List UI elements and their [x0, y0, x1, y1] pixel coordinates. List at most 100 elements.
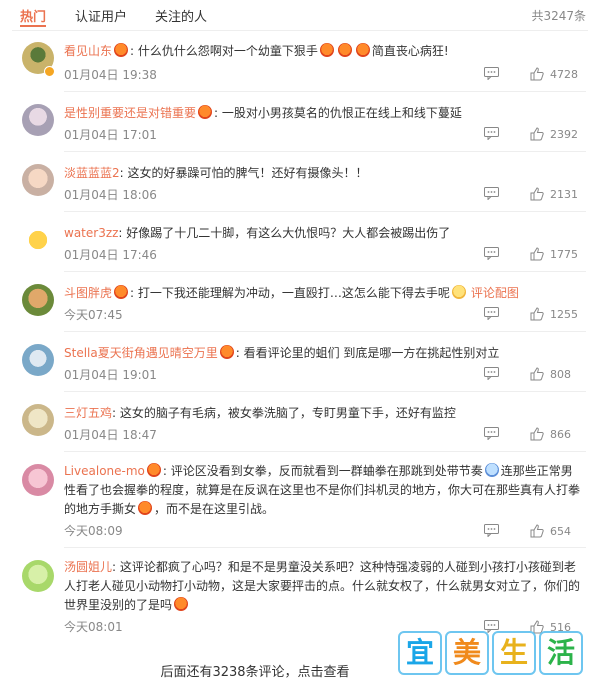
reply-icon[interactable]: [484, 247, 499, 260]
comment-content: 这评论都疯了心吗？和是不是男童没关系吧？这种恃强凌弱的人碰到小孩打小孩碰到老人打…: [64, 560, 581, 612]
like-count: 866: [550, 428, 571, 441]
comment-divider: [64, 547, 586, 548]
avatar[interactable]: [22, 560, 54, 592]
like-count: 808: [550, 368, 571, 381]
comment-content: 好像踢了十几二十脚，有这么大仇恨吗？大人都会被踢出伤了: [126, 226, 451, 240]
comment-time: 01月04日 18:47: [64, 428, 157, 442]
watermark-char: 宜: [398, 631, 442, 675]
reply-icon[interactable]: [484, 524, 499, 537]
angry-emoji-icon: [355, 43, 370, 57]
avatar[interactable]: [22, 164, 54, 196]
comment-content: 评论区没看到女拳，反而就看到一群蛐拳在那跳到处带节奏: [170, 464, 483, 478]
tab-following[interactable]: 关注的人: [155, 6, 207, 25]
tabs-divider: [12, 30, 588, 31]
comment-time: 01月04日 18:06: [64, 188, 157, 202]
like-count: 1775: [550, 248, 578, 261]
user-emoji-icon: [114, 43, 129, 57]
comment-content: 这女的好暴躁可怕的脾气！还好有摄像头！！: [127, 166, 368, 180]
comment-divider: [64, 91, 586, 92]
like-count: 2392: [550, 128, 578, 141]
like-icon[interactable]: [530, 67, 544, 81]
comment-text: 看见山东: 什么仇什么怨啊对一个幼童下狠手 简直丧心病狂!: [64, 43, 449, 58]
user-emoji-icon: [219, 345, 234, 359]
reply-icon[interactable]: [484, 187, 499, 200]
comment-tabs: 热门 认证用户 关注的人 共3247条: [0, 0, 600, 31]
like-count: 2131: [550, 188, 578, 201]
comment-username[interactable]: water3zz: [64, 226, 118, 240]
avatar[interactable]: [22, 284, 54, 316]
like-icon[interactable]: [530, 427, 544, 441]
comment-divider: [64, 391, 586, 392]
angry-emoji-icon: [337, 43, 352, 57]
comment-username[interactable]: Stella夏天街角遇见晴空万里: [64, 346, 218, 360]
like-count: 1255: [550, 308, 578, 321]
reply-icon[interactable]: [484, 427, 499, 440]
watermark-logo: 宜 美 生 活: [398, 631, 584, 677]
active-tab-underline: [20, 25, 46, 27]
tab-hot[interactable]: 热门: [20, 6, 46, 25]
like-count: 654: [550, 525, 571, 538]
comment-text: 斗图胖虎: 打一下我还能理解为冲动，一直殴打…这怎么能下得去手呢 评论配图: [64, 285, 519, 300]
comment-image-link[interactable]: 评论配图: [471, 286, 519, 300]
comment-time: 01月04日 17:01: [64, 128, 157, 142]
reply-icon[interactable]: [484, 67, 499, 80]
comment-text: 是性别重要还是对错重要: 一股对小男孩莫名的仇恨正在线上和线下蔓延: [64, 105, 462, 120]
comment-divider: [64, 331, 586, 332]
comment-divider: [64, 451, 586, 452]
watermark-char: 生: [492, 631, 536, 675]
comment-content: 打一下我还能理解为冲动，一直殴打…这怎么能下得去手呢: [137, 286, 450, 300]
avatar[interactable]: [22, 224, 54, 256]
user-emoji-icon: [114, 285, 129, 299]
comment-content: 看看评论里的蛆们 到底是哪一方在挑起性别对立: [243, 346, 500, 360]
comment-time: 今天08:09: [64, 524, 123, 538]
reply-icon[interactable]: [484, 307, 499, 320]
comment-time: 01月04日 17:46: [64, 248, 157, 262]
avatar[interactable]: [22, 344, 54, 376]
view-more-comments-label: 后面还有3238条评论，点击查看: [160, 665, 350, 680]
comment-time: 01月04日 19:01: [64, 368, 157, 382]
like-icon[interactable]: [530, 367, 544, 381]
comment-content-end: 简直丧心病狂!: [371, 44, 449, 58]
total-comment-count: 共3247条: [531, 9, 586, 23]
user-emoji-icon: [146, 463, 161, 477]
comment-username[interactable]: 汤圆姐儿: [64, 560, 112, 574]
verified-badge-icon: [44, 66, 55, 77]
comment-time: 01月04日 19:38: [64, 68, 157, 82]
like-icon[interactable]: [530, 127, 544, 141]
avatar[interactable]: [22, 404, 54, 436]
comment-username[interactable]: 是性别重要还是对错重要: [64, 106, 196, 120]
like-icon[interactable]: [530, 524, 544, 538]
comment-text: Stella夏天街角遇见晴空万里: 看看评论里的蛆们 到底是哪一方在挑起性别对立: [64, 345, 500, 360]
comment-username[interactable]: 看见山东: [64, 44, 112, 58]
comment-time: 今天08:01: [64, 620, 123, 634]
comment-username[interactable]: 三灯五鸡: [64, 406, 112, 420]
comment-content: 这女的脑子有毛病，被女拳洗脑了，专盯男童下手，还好有监控: [119, 406, 456, 420]
comment-text: 汤圆姐儿: 这评论都疯了心吗？和是不是男童没关系吧？这种恃强凌弱的人碰到小孩打小…: [64, 560, 581, 612]
like-icon[interactable]: [530, 247, 544, 261]
like-icon[interactable]: [530, 307, 544, 321]
comment-content-end: ，而不是在这里引战。: [154, 502, 275, 516]
comment-text: 三灯五鸡: 这女的脑子有毛病，被女拳洗脑了，专盯男童下手，还好有监控: [64, 406, 456, 420]
comment-content: 什么仇什么怨啊对一个幼童下狠手: [137, 44, 318, 58]
reply-icon[interactable]: [484, 127, 499, 140]
comment-username[interactable]: 淡蓝蓝蓝2: [64, 166, 120, 180]
smile-emoji-icon: [451, 285, 466, 299]
comment-time: 今天07:45: [64, 308, 123, 322]
angry-emoji-icon: [174, 597, 189, 611]
comment-text: 淡蓝蓝蓝2: 这女的好暴躁可怕的脾气！还好有摄像头！！: [64, 166, 368, 180]
comment-username[interactable]: 斗图胖虎: [64, 286, 112, 300]
like-icon[interactable]: [530, 187, 544, 201]
comment-divider: [64, 211, 586, 212]
comment-divider: [64, 271, 586, 272]
reply-icon[interactable]: [484, 367, 499, 380]
comment-divider: [64, 151, 586, 152]
avatar[interactable]: [22, 464, 54, 496]
angry-emoji-icon: [138, 501, 153, 515]
avatar[interactable]: [22, 104, 54, 136]
crying-emoji-icon: [484, 463, 499, 477]
comment-username[interactable]: Livealone-mo: [64, 464, 145, 478]
watermark-char: 美: [445, 631, 489, 675]
watermark-char: 活: [539, 631, 583, 675]
comment-text: Livealone-mo: 评论区没看到女拳，反而就看到一群蛐拳在那跳到处带节奏…: [64, 463, 581, 516]
tab-verified-users[interactable]: 认证用户: [75, 6, 127, 25]
